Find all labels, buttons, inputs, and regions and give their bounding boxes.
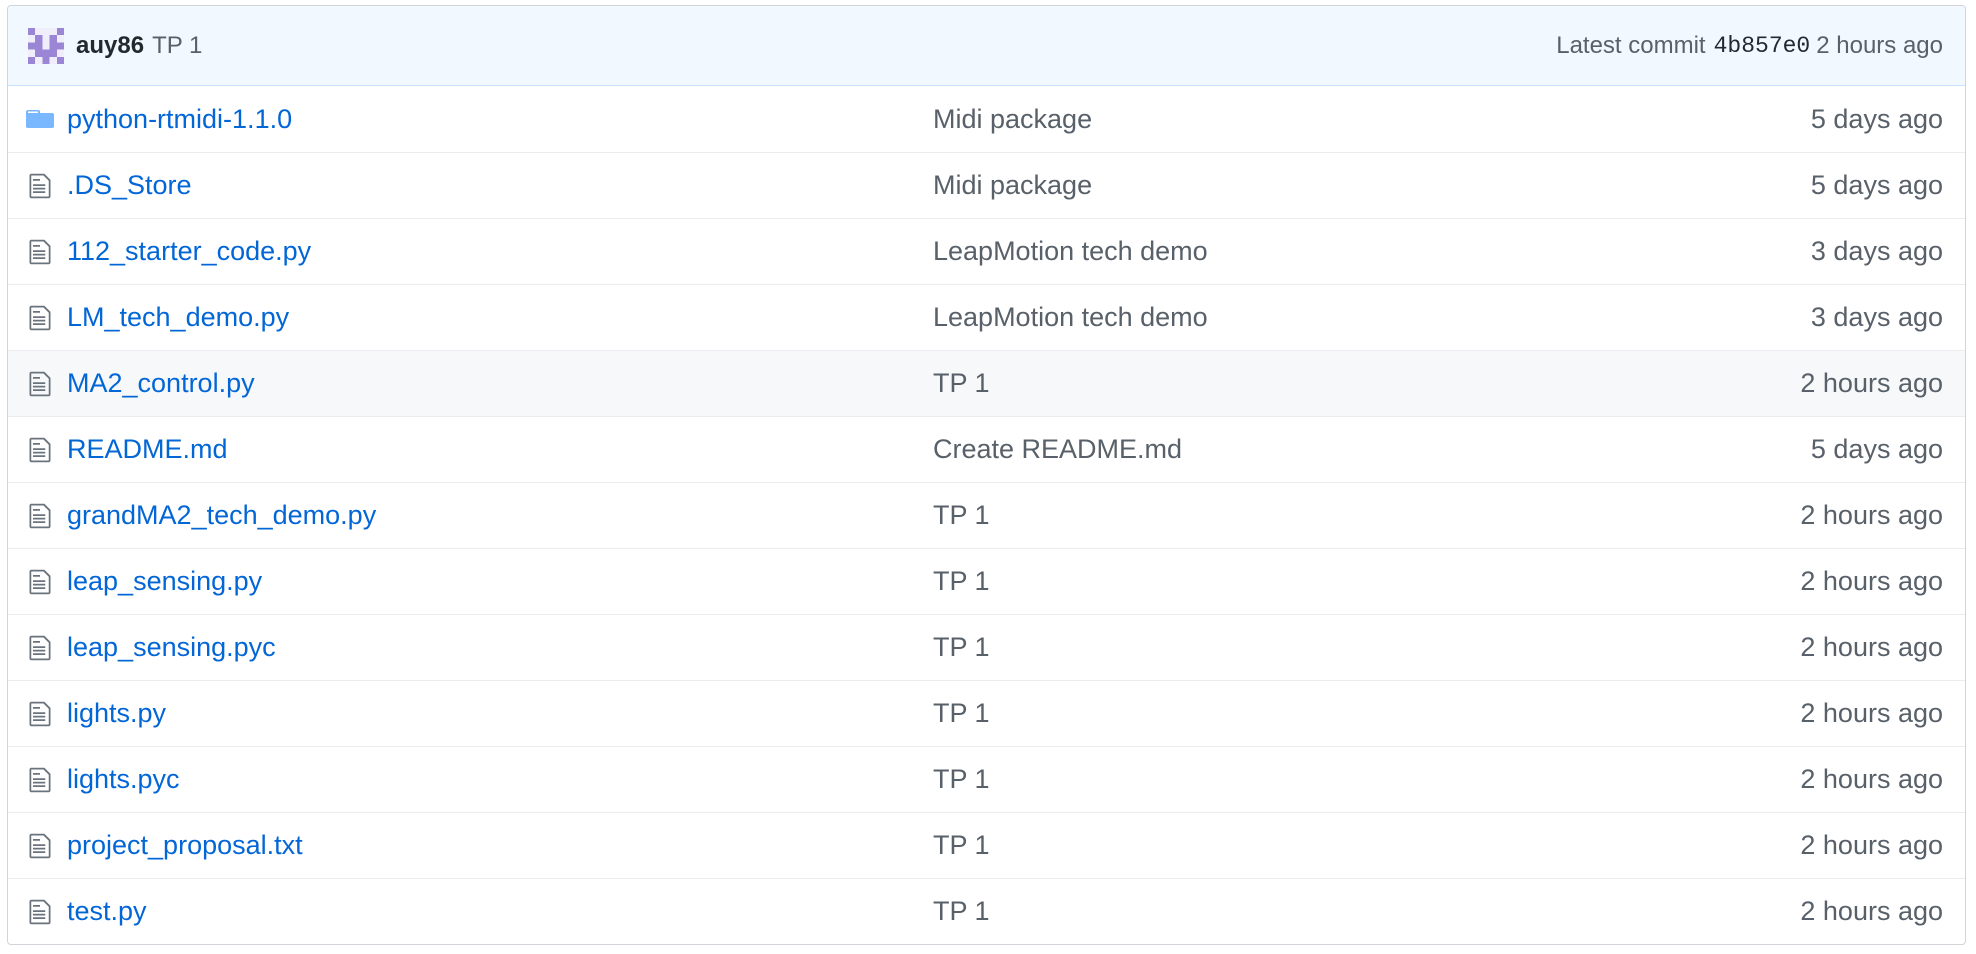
avatar[interactable] [28,27,64,64]
file-row[interactable]: grandMA2_tech_demo.py TP 1 2 hours ago [8,482,1965,548]
file-row[interactable]: README.md Create README.md 5 days ago [8,416,1965,482]
file-icon [8,238,67,266]
file-row[interactable]: leap_sensing.py TP 1 2 hours ago [8,548,1965,614]
commit-message-link[interactable]: Midi package [933,104,1665,135]
commit-message-link[interactable]: TP 1 [933,500,1665,531]
file-row[interactable]: project_proposal.txt TP 1 2 hours ago [8,812,1965,878]
commit-message-link[interactable]: TP 1 [933,368,1665,399]
file-age: 2 hours ago [1800,896,1943,926]
commit-tease: auy86 TP 1 Latest commit 4b857e0 2 hours… [8,6,1965,86]
commit-message-link[interactable]: TP 1 [933,830,1665,861]
file-icon [8,304,67,332]
file-navigation: auy86 TP 1 Latest commit 4b857e0 2 hours… [7,5,1966,945]
file-age: 3 days ago [1810,236,1943,266]
file-icon [8,700,67,728]
file-age: 2 hours ago [1800,500,1943,530]
commit-sha-link[interactable]: 4b857e0 [1714,33,1811,59]
commit-message-link[interactable]: TP 1 [152,32,202,60]
file-age: 2 hours ago [1800,764,1943,794]
file-age: 2 hours ago [1800,368,1943,398]
file-age: 5 days ago [1810,170,1943,200]
folder-icon [8,107,67,131]
file-list: python-rtmidi-1.1.0 Midi package 5 days ag… [8,86,1965,944]
file-icon [8,568,67,596]
file-row[interactable]: leap_sensing.pyc TP 1 2 hours ago [8,614,1965,680]
commit-message-link[interactable]: TP 1 [933,566,1665,597]
commit-message-link[interactable]: TP 1 [933,632,1665,663]
file-icon [8,832,67,860]
file-row[interactable]: lights.py TP 1 2 hours ago [8,680,1965,746]
file-row[interactable]: test.py TP 1 2 hours ago [8,878,1965,944]
latest-commit-label: Latest commit [1556,31,1706,59]
file-name-link[interactable]: leap_sensing.py [67,566,933,597]
file-icon [8,634,67,662]
file-name-link[interactable]: python-rtmidi-1.1.0 [67,104,933,135]
file-row[interactable]: MA2_control.py TP 1 2 hours ago [8,350,1965,416]
file-row[interactable]: 112_starter_code.py LeapMotion tech demo 3… [8,218,1965,284]
file-icon [8,898,67,926]
file-icon [8,436,67,464]
file-icon [8,502,67,530]
file-name-link[interactable]: lights.pyc [67,764,933,795]
file-age: 5 days ago [1810,103,1943,134]
file-name-link[interactable]: LM_tech_demo.py [67,302,933,333]
file-icon [8,766,67,794]
file-name-link[interactable]: 112_starter_code.py [67,236,933,267]
commit-message-link[interactable]: TP 1 [933,896,1665,927]
file-name-link[interactable]: .DS_Store [67,170,933,201]
commit-author-link[interactable]: auy86 [76,32,144,60]
file-row[interactable]: LM_tech_demo.py LeapMotion tech demo 3 day… [8,284,1965,350]
file-name-link[interactable]: README.md [67,434,933,465]
commit-message-link[interactable]: TP 1 [933,764,1665,795]
file-name-link[interactable]: project_proposal.txt [67,830,933,861]
file-name-link[interactable]: MA2_control.py [67,368,933,399]
commit-age: 2 hours ago [1816,31,1943,59]
file-age: 2 hours ago [1800,830,1943,860]
file-age: 3 days ago [1810,302,1943,332]
commit-message-link[interactable]: LeapMotion tech demo [933,302,1665,333]
file-name-link[interactable]: grandMA2_tech_demo.py [67,500,933,531]
file-icon [8,370,67,398]
file-name-link[interactable]: test.py [67,896,933,927]
commit-message-link[interactable]: Midi package [933,170,1665,201]
commit-message-link[interactable]: LeapMotion tech demo [933,236,1665,267]
file-age: 2 hours ago [1800,698,1943,728]
file-age: 5 days ago [1810,434,1943,464]
file-icon [8,172,67,200]
file-row[interactable]: lights.pyc TP 1 2 hours ago [8,746,1965,812]
latest-commit: Latest commit 4b857e0 2 hours ago [1556,32,1943,60]
file-row[interactable]: python-rtmidi-1.1.0 Midi package 5 days ag… [8,86,1965,152]
commit-message-link[interactable]: Create README.md [933,434,1665,465]
file-age: 2 hours ago [1800,566,1943,596]
file-name-link[interactable]: leap_sensing.pyc [67,632,933,663]
file-row[interactable]: .DS_Store Midi package 5 days ago [8,152,1965,218]
file-name-link[interactable]: lights.py [67,698,933,729]
commit-message-link[interactable]: TP 1 [933,698,1665,729]
file-age: 2 hours ago [1800,632,1943,662]
